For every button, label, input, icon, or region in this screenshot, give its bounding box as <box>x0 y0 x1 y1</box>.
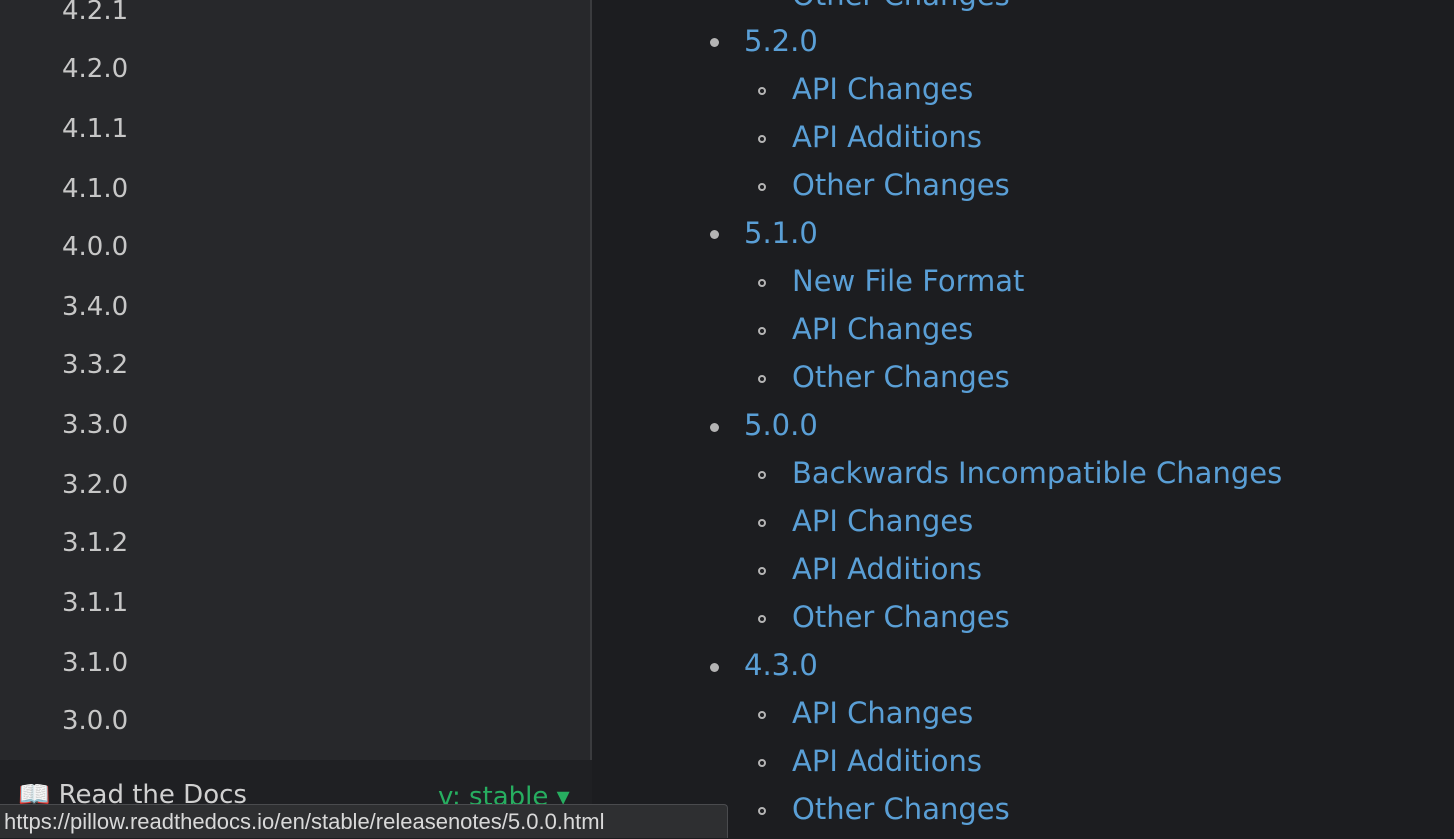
sidebar-item-4-1-1[interactable]: 4.1.1 <box>62 114 128 144</box>
toc-link[interactable]: Backwards Incompatible Changes <box>792 456 1282 490</box>
sidebar-item-3-0-0[interactable]: 3.0.0 <box>62 706 128 736</box>
bullet-circle <box>758 471 766 479</box>
bullet-circle <box>758 711 766 719</box>
sidebar-item-3-1-0[interactable]: 3.1.0 <box>62 648 128 678</box>
sidebar: 4.2.1 4.2.0 4.1.1 4.1.0 4.0.0 3.4.0 3.3.… <box>0 0 590 838</box>
sidebar-item-3-1-2[interactable]: 3.1.2 <box>62 528 128 558</box>
toc-link[interactable]: API Changes <box>792 312 973 346</box>
toc-link[interactable]: API Changes <box>792 72 973 106</box>
toc-link[interactable]: API Additions <box>792 744 982 778</box>
toc-link[interactable]: API Additions <box>792 120 982 154</box>
toc-version-link[interactable]: 5.1.0 <box>744 216 818 250</box>
toc-link[interactable]: Other Changes <box>792 360 1010 394</box>
toc-link[interactable]: Other Changes <box>792 792 1010 826</box>
release-notes-toc: Other Changes 5.2.0 API Changes API Addi… <box>592 0 1454 838</box>
sidebar-item-4-2-1[interactable]: 4.2.1 <box>62 0 128 26</box>
sidebar-item-3-3-2[interactable]: 3.3.2 <box>62 350 128 380</box>
bullet-circle <box>758 183 766 191</box>
bullet-disc <box>710 423 719 432</box>
status-bar-url: https://pillow.readthedocs.io/en/stable/… <box>0 804 728 838</box>
bullet-circle <box>758 807 766 815</box>
sidebar-item-3-1-1[interactable]: 3.1.1 <box>62 588 128 618</box>
toc-version-link[interactable]: 4.3.0 <box>744 648 818 682</box>
sidebar-item-4-2-0[interactable]: 4.2.0 <box>62 54 128 84</box>
bullet-circle <box>758 135 766 143</box>
sidebar-item-3-3-0[interactable]: 3.3.0 <box>62 410 128 440</box>
bullet-circle <box>758 519 766 527</box>
sidebar-item-3-2-0[interactable]: 3.2.0 <box>62 470 128 500</box>
bullet-disc <box>710 663 719 672</box>
bullet-circle <box>758 567 766 575</box>
bullet-disc <box>710 38 719 47</box>
bullet-circle <box>758 327 766 335</box>
bullet-disc <box>710 230 719 239</box>
sidebar-item-3-4-0[interactable]: 3.4.0 <box>62 292 128 322</box>
toc-link[interactable]: API Changes <box>792 504 973 538</box>
toc-link[interactable]: Other Changes <box>792 168 1010 202</box>
toc-link[interactable]: New File Format <box>792 264 1024 298</box>
bullet-circle <box>758 279 766 287</box>
sidebar-item-4-1-0[interactable]: 4.1.0 <box>62 174 128 204</box>
toc-link[interactable]: Other Changes <box>792 0 1010 12</box>
toc-link[interactable]: Other Changes <box>792 600 1010 634</box>
bullet-circle <box>758 615 766 623</box>
bullet-circle <box>758 87 766 95</box>
bullet-circle <box>758 759 766 767</box>
sidebar-item-4-0-0[interactable]: 4.0.0 <box>62 232 128 262</box>
bullet-circle <box>758 375 766 383</box>
toc-link[interactable]: API Additions <box>792 552 982 586</box>
toc-version-link[interactable]: 5.2.0 <box>744 24 818 58</box>
toc-link[interactable]: API Changes <box>792 696 973 730</box>
toc-version-link[interactable]: 5.0.0 <box>744 408 818 442</box>
